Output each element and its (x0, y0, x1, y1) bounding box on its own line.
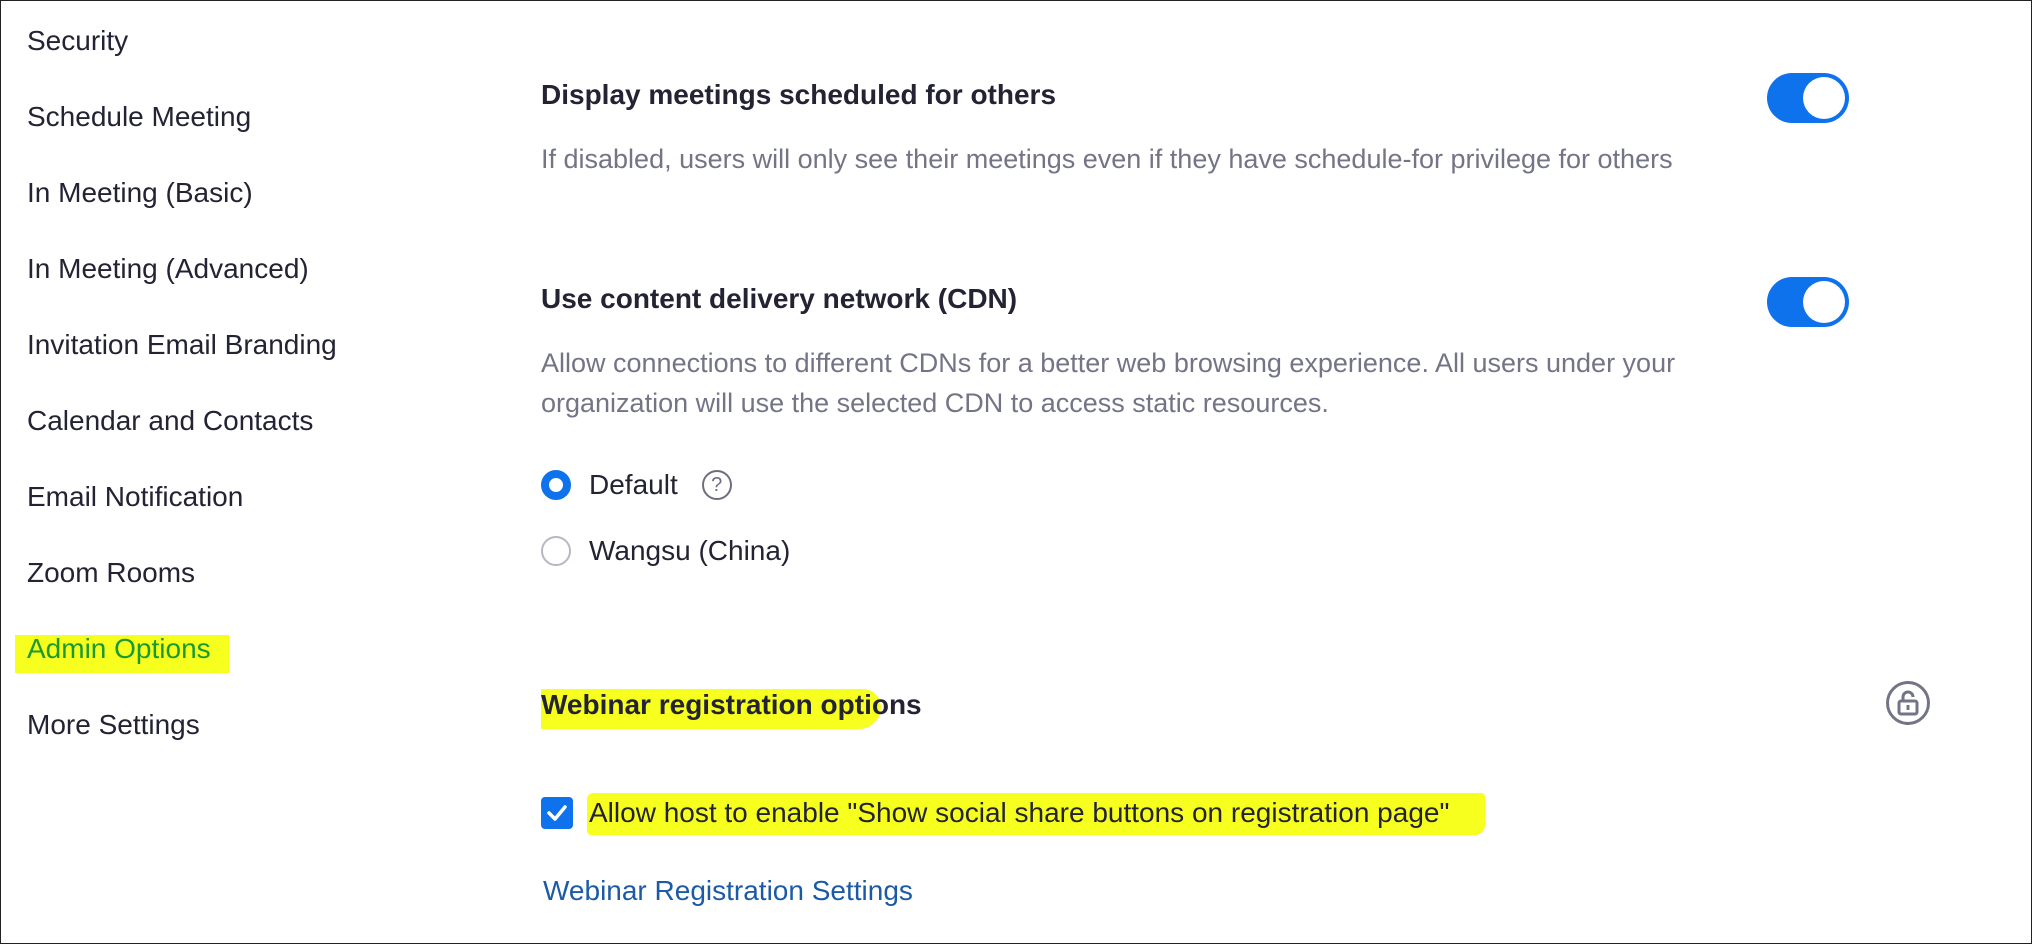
toggle-knob (1803, 77, 1845, 119)
settings-window: Security Schedule Meeting In Meeting (Ba… (0, 0, 2032, 944)
webinar-registration-settings-link[interactable]: Webinar Registration Settings (543, 873, 913, 909)
question-icon[interactable]: ? (701, 470, 732, 500)
setting-title-cdn: Use content delivery network (CDN) (541, 283, 1018, 314)
radio-default[interactable] (541, 470, 571, 500)
sidebar-item-zoom-rooms[interactable]: Zoom Rooms (27, 555, 195, 591)
sidebar-item-admin-options[interactable]: Admin Options (27, 631, 211, 667)
setting-description-display-meetings: If disabled, users will only see their m… (541, 144, 1673, 174)
sidebar-item-more-settings[interactable]: More Settings (27, 707, 200, 743)
cdn-option-wangsu[interactable]: Wangsu (China) (541, 533, 790, 569)
social-share-checkbox-label[interactable]: Allow host to enable "Show social share … (589, 795, 1449, 831)
cdn-option-default[interactable]: Default ? (541, 467, 732, 503)
sidebar-item-email-notification[interactable]: Email Notification (27, 479, 243, 515)
sidebar-item-invitation-email-branding[interactable]: Invitation Email Branding (27, 327, 337, 363)
unlock-icon[interactable] (1886, 681, 1930, 725)
setting-title-display-meetings: Display meetings scheduled for others (541, 79, 1057, 110)
toggle-knob (1803, 281, 1845, 323)
social-share-checkbox[interactable] (541, 797, 573, 829)
setting-title-webinar-registration: Webinar registration options (541, 689, 922, 720)
display-meetings-toggle[interactable] (1767, 73, 1849, 123)
radio-wangsu[interactable] (541, 536, 571, 566)
settings-sidebar: Security Schedule Meeting In Meeting (Ba… (1, 1, 401, 943)
settings-panel: Display meetings scheduled for others If… (541, 1, 2031, 943)
radio-label-default: Default (589, 469, 678, 500)
sidebar-item-schedule-meeting[interactable]: Schedule Meeting (27, 99, 251, 135)
sidebar-item-in-meeting-advanced[interactable]: In Meeting (Advanced) (27, 251, 309, 287)
radio-label-wangsu: Wangsu (China) (589, 535, 791, 566)
sidebar-item-calendar-and-contacts[interactable]: Calendar and Contacts (27, 403, 313, 439)
sidebar-item-in-meeting-basic[interactable]: In Meeting (Basic) (27, 175, 253, 211)
sidebar-item-security[interactable]: Security (27, 23, 128, 59)
cdn-toggle[interactable] (1767, 277, 1849, 327)
setting-description-cdn: Allow connections to different CDNs for … (541, 348, 1676, 418)
